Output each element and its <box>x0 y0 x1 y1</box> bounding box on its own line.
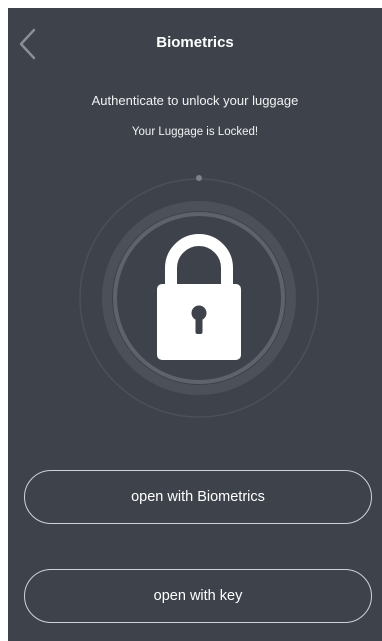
lock-indicator <box>74 172 324 422</box>
header: Biometrics <box>8 8 382 78</box>
open-with-key-button[interactable]: open with key <box>24 569 372 623</box>
open-with-biometrics-button[interactable]: open with Biometrics <box>24 470 372 524</box>
biometrics-screen: Biometrics Authenticate to unlock your l… <box>8 8 382 641</box>
lock-status-text: Your Luggage is Locked! <box>131 126 259 138</box>
lock-ring-graphic <box>79 175 319 418</box>
padlock-icon <box>157 234 241 360</box>
ring-indicator-dot <box>196 175 202 181</box>
page-title: Biometrics <box>156 34 234 51</box>
instruction-text: Authenticate to unlock your luggage <box>91 93 299 108</box>
